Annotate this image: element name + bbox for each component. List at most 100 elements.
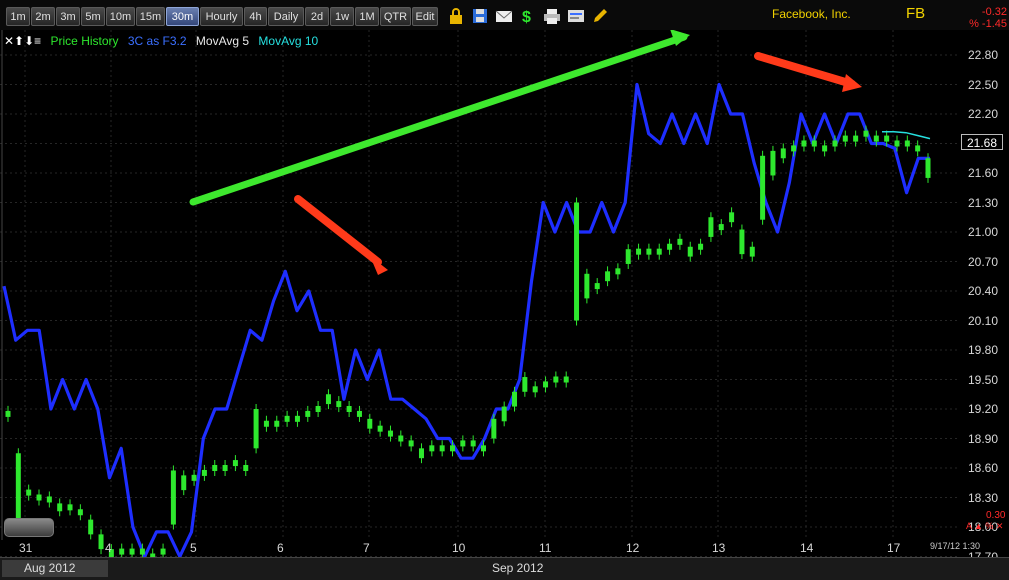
timeframe-button-4h[interactable]: 4h (244, 7, 267, 26)
price-candle (191, 474, 197, 481)
y-tick-label: 18.60 (968, 461, 999, 475)
lock-icon[interactable] (447, 7, 465, 25)
timeframe-button-qtr[interactable]: QTR (380, 7, 411, 26)
last-price-label: 21.68 (961, 134, 1003, 150)
price-candle (698, 243, 704, 250)
price-candle (57, 503, 63, 512)
price-candle (512, 391, 518, 407)
timeframe-button-5m[interactable]: 5m (81, 7, 105, 26)
price-candle (863, 130, 869, 137)
legend-price-history[interactable]: Price History (51, 34, 119, 48)
price-candle (605, 271, 611, 282)
price-candle (677, 238, 683, 245)
price-candle (274, 420, 280, 427)
price-candle (356, 410, 362, 417)
price-candle (873, 135, 879, 142)
y-tick-label: 18.30 (968, 490, 999, 505)
price-candle (139, 548, 145, 555)
price-candle (615, 268, 621, 275)
month-label-aug[interactable]: Aug 2012 (2, 560, 108, 577)
price-candle (5, 410, 11, 417)
price-candle (253, 409, 259, 449)
timeframe-button-1m[interactable]: 1m (6, 7, 30, 26)
timeframe-button-3m[interactable]: 3m (56, 7, 80, 26)
price-candle (470, 440, 476, 447)
price-candle (656, 248, 662, 255)
x-tick-label: 5 (190, 541, 197, 555)
legend-toggle-icons[interactable]: ✕⬆⬇≡ (4, 34, 41, 48)
price-candle (429, 445, 435, 452)
timeframe-button-2m[interactable]: 2m (31, 7, 55, 26)
price-candle (408, 440, 414, 447)
price-candle (449, 445, 455, 452)
price-candle (584, 273, 590, 299)
price-candle (708, 217, 714, 237)
indicator-controls[interactable]: A ▲ % ✕ (966, 521, 1003, 532)
price-change-percent: % -1.45 (969, 18, 1007, 30)
pencil-icon[interactable] (591, 7, 609, 25)
price-candle (67, 504, 73, 511)
y-tick-label: 20.70 (968, 254, 999, 269)
scroll-handle[interactable] (4, 518, 54, 537)
price-candle (780, 148, 786, 159)
timeframe-button-10m[interactable]: 10m (106, 7, 135, 26)
print-icon[interactable] (543, 7, 561, 25)
month-label-sep: Sep 2012 (492, 561, 544, 575)
price-candle (925, 158, 931, 178)
price-candle (88, 519, 94, 535)
x-tick-label: 7 (363, 541, 370, 555)
email-icon[interactable] (495, 7, 513, 25)
timeframe-button-2d[interactable]: 2d (305, 7, 329, 26)
x-tick-label: 10 (452, 541, 466, 555)
movavg-10-series (882, 130, 931, 140)
price-candle (811, 140, 817, 147)
price-candle (543, 381, 549, 388)
price-candle (574, 202, 580, 321)
timeframe-button-30m[interactable]: 30m (166, 7, 199, 26)
y-tick-label: 21.30 (968, 195, 999, 210)
y-tick-label: 22.50 (968, 77, 999, 92)
price-candle (894, 140, 900, 147)
save-icon[interactable] (471, 7, 489, 25)
y-tick-label: 20.10 (968, 313, 999, 328)
green-trend-arrow-shaft (189, 33, 688, 206)
price-candle (749, 246, 755, 257)
price-candle (284, 415, 290, 422)
price-candle (625, 249, 631, 264)
legend-3c[interactable]: 3C as F3.2 (128, 34, 187, 48)
y-tick-label: 19.80 (968, 343, 999, 357)
legend-movavg-10[interactable]: MovAvg 10 (258, 34, 318, 48)
price-candle (325, 394, 331, 405)
price-candle (181, 475, 187, 491)
price-candle (377, 425, 383, 432)
red-arrow-2-shaft (754, 52, 856, 88)
annotation-arrows (189, 30, 862, 275)
timeframe-button-15m[interactable]: 15m (136, 7, 165, 26)
price-candle (439, 445, 445, 452)
timeframe-button-1m[interactable]: 1M (355, 7, 379, 26)
chart-legend: ✕⬆⬇≡ Price History 3C as F3.2 MovAvg 5 M… (4, 34, 324, 50)
price-candle (315, 406, 321, 412)
price-candle (687, 246, 693, 257)
dollar-icon[interactable]: $ (518, 7, 536, 25)
timeframe-button-hourly[interactable]: Hourly (200, 7, 243, 26)
x-tick-label: 12 (626, 541, 640, 555)
y-tick-label: 19.20 (968, 402, 999, 416)
price-candle (98, 534, 104, 550)
price-candle (160, 548, 166, 555)
form-icon[interactable] (567, 7, 585, 25)
price-candle (770, 150, 776, 176)
x-tick-label: 13 (712, 541, 726, 555)
price-candle (491, 418, 497, 439)
legend-movavg-5[interactable]: MovAvg 5 (196, 34, 249, 48)
timeframe-button-edit[interactable]: Edit (412, 7, 438, 26)
price-candle (26, 489, 32, 496)
price-candle (222, 465, 228, 471)
price-candle (387, 430, 393, 437)
price-candle (460, 440, 466, 447)
price-candle (801, 140, 807, 147)
timeframe-button-1w[interactable]: 1w (330, 7, 354, 26)
price-chart[interactable] (0, 30, 1009, 557)
x-tick-label: 4 (105, 541, 112, 555)
timeframe-button-daily[interactable]: Daily (268, 7, 304, 26)
